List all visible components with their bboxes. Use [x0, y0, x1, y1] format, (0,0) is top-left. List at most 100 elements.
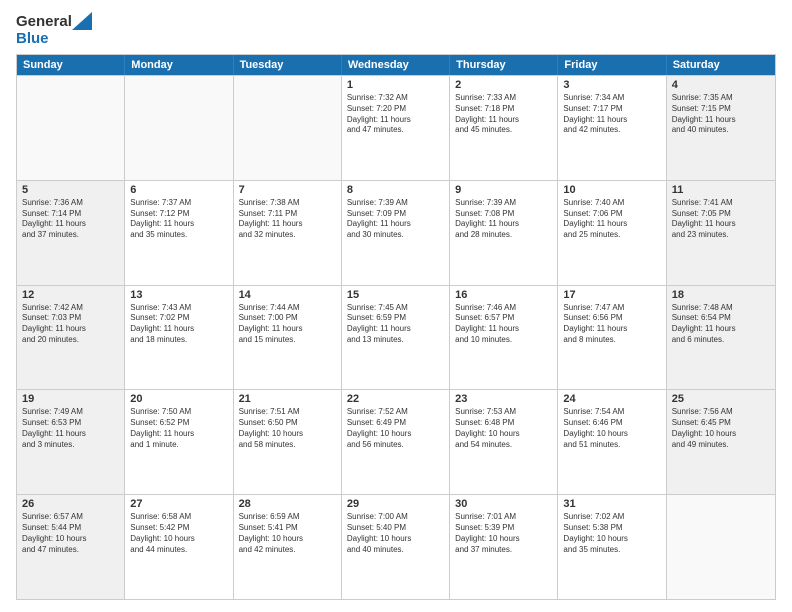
- calendar-cell: [17, 76, 125, 180]
- calendar-cell: 2 Sunrise: 7:33 AM Sunset: 7:18 PM Daylig…: [450, 76, 558, 180]
- day-number: 21: [239, 393, 336, 405]
- cell-info: Sunrise: 7:34 AM Sunset: 7:17 PM Dayligh…: [563, 93, 660, 136]
- day-number: 23: [455, 393, 552, 405]
- cell-info: Sunrise: 6:57 AM Sunset: 5:44 PM Dayligh…: [22, 512, 119, 555]
- calendar-cell: 10Sunrise: 7:40 AM Sunset: 7:06 PM Dayli…: [558, 181, 666, 285]
- cell-info: Sunrise: 7:33 AM Sunset: 7:18 PM Dayligh…: [455, 93, 552, 136]
- calendar-header: SundayMondayTuesdayWednesdayThursdayFrid…: [17, 55, 775, 75]
- calendar-cell: [667, 495, 775, 599]
- cell-info: Sunrise: 7:35 AM Sunset: 7:15 PM Dayligh…: [672, 93, 770, 136]
- day-number: 14: [239, 289, 336, 301]
- day-number: 25: [672, 393, 770, 405]
- header-day-saturday: Saturday: [667, 55, 775, 75]
- calendar-cell: 3 Sunrise: 7:34 AM Sunset: 7:17 PM Daylig…: [558, 76, 666, 180]
- cell-info: Sunrise: 7:39 AM Sunset: 7:08 PM Dayligh…: [455, 198, 552, 241]
- calendar-row-2: 5 Sunrise: 7:36 AM Sunset: 7:14 PM Daylig…: [17, 180, 775, 285]
- logo-blue-text: Blue: [16, 30, 49, 47]
- calendar-cell: 29Sunrise: 7:00 AM Sunset: 5:40 PM Dayli…: [342, 495, 450, 599]
- day-number: 27: [130, 498, 227, 510]
- day-number: 2: [455, 79, 552, 91]
- calendar-cell: 30 Sunrise: 7:01 AM Sunset: 5:39 PM Dayli…: [450, 495, 558, 599]
- calendar-cell: 8 Sunrise: 7:39 AM Sunset: 7:09 PM Daylig…: [342, 181, 450, 285]
- calendar-cell: 21 Sunrise: 7:51 AM Sunset: 6:50 PM Dayli…: [234, 390, 342, 494]
- cell-info: Sunrise: 7:38 AM Sunset: 7:11 PM Dayligh…: [239, 198, 336, 241]
- day-number: 30: [455, 498, 552, 510]
- day-number: 16: [455, 289, 552, 301]
- calendar-cell: 7 Sunrise: 7:38 AM Sunset: 7:11 PM Daylig…: [234, 181, 342, 285]
- cell-info: Sunrise: 7:46 AM Sunset: 6:57 PM Dayligh…: [455, 303, 552, 346]
- day-number: 7: [239, 184, 336, 196]
- calendar-row-3: 12 Sunrise: 7:42 AM Sunset: 7:03 PM Dayli…: [17, 285, 775, 390]
- header: General Blue: [16, 12, 776, 48]
- cell-info: Sunrise: 7:36 AM Sunset: 7:14 PM Dayligh…: [22, 198, 119, 241]
- calendar-cell: 19 Sunrise: 7:49 AM Sunset: 6:53 PM Dayli…: [17, 390, 125, 494]
- header-day-tuesday: Tuesday: [234, 55, 342, 75]
- calendar-cell: 20 Sunrise: 7:50 AM Sunset: 6:52 PM Dayli…: [125, 390, 233, 494]
- cell-info: Sunrise: 7:53 AM Sunset: 6:48 PM Dayligh…: [455, 407, 552, 450]
- day-number: 29: [347, 498, 444, 510]
- header-day-friday: Friday: [558, 55, 666, 75]
- cell-info: Sunrise: 7:39 AM Sunset: 7:09 PM Dayligh…: [347, 198, 444, 241]
- cell-info: Sunrise: 7:41 AM Sunset: 7:05 PM Dayligh…: [672, 198, 770, 241]
- cell-info: Sunrise: 6:58 AM Sunset: 5:42 PM Dayligh…: [130, 512, 227, 555]
- calendar-cell: 4 Sunrise: 7:35 AM Sunset: 7:15 PM Daylig…: [667, 76, 775, 180]
- cell-info: Sunrise: 7:44 AM Sunset: 7:00 PM Dayligh…: [239, 303, 336, 346]
- day-number: 19: [22, 393, 119, 405]
- cell-info: Sunrise: 7:45 AM Sunset: 6:59 PM Dayligh…: [347, 303, 444, 346]
- day-number: 17: [563, 289, 660, 301]
- day-number: 18: [672, 289, 770, 301]
- calendar-cell: [234, 76, 342, 180]
- day-number: 22: [347, 393, 444, 405]
- cell-info: Sunrise: 7:42 AM Sunset: 7:03 PM Dayligh…: [22, 303, 119, 346]
- cell-info: Sunrise: 7:48 AM Sunset: 6:54 PM Dayligh…: [672, 303, 770, 346]
- cell-info: Sunrise: 7:52 AM Sunset: 6:49 PM Dayligh…: [347, 407, 444, 450]
- header-day-monday: Monday: [125, 55, 233, 75]
- calendar-cell: 5 Sunrise: 7:36 AM Sunset: 7:14 PM Daylig…: [17, 181, 125, 285]
- day-number: 28: [239, 498, 336, 510]
- day-number: 26: [22, 498, 119, 510]
- cell-info: Sunrise: 7:43 AM Sunset: 7:02 PM Dayligh…: [130, 303, 227, 346]
- calendar-cell: [125, 76, 233, 180]
- cell-info: Sunrise: 7:49 AM Sunset: 6:53 PM Dayligh…: [22, 407, 119, 450]
- calendar-cell: 16 Sunrise: 7:46 AM Sunset: 6:57 PM Dayli…: [450, 286, 558, 390]
- logo-icon: [72, 12, 92, 30]
- day-number: 5: [22, 184, 119, 196]
- cell-info: Sunrise: 7:50 AM Sunset: 6:52 PM Dayligh…: [130, 407, 227, 450]
- calendar-cell: 26 Sunrise: 6:57 AM Sunset: 5:44 PM Dayli…: [17, 495, 125, 599]
- cell-info: Sunrise: 7:01 AM Sunset: 5:39 PM Dayligh…: [455, 512, 552, 555]
- header-day-thursday: Thursday: [450, 55, 558, 75]
- calendar-cell: 1 Sunrise: 7:32 AM Sunset: 7:20 PM Daylig…: [342, 76, 450, 180]
- calendar-cell: 9 Sunrise: 7:39 AM Sunset: 7:08 PM Daylig…: [450, 181, 558, 285]
- cell-info: Sunrise: 7:47 AM Sunset: 6:56 PM Dayligh…: [563, 303, 660, 346]
- day-number: 8: [347, 184, 444, 196]
- calendar-cell: 31Sunrise: 7:02 AM Sunset: 5:38 PM Dayli…: [558, 495, 666, 599]
- day-number: 6: [130, 184, 227, 196]
- day-number: 15: [347, 289, 444, 301]
- calendar-cell: 12 Sunrise: 7:42 AM Sunset: 7:03 PM Dayli…: [17, 286, 125, 390]
- calendar-cell: 22 Sunrise: 7:52 AM Sunset: 6:49 PM Dayli…: [342, 390, 450, 494]
- day-number: 11: [672, 184, 770, 196]
- calendar-cell: 14 Sunrise: 7:44 AM Sunset: 7:00 PM Dayli…: [234, 286, 342, 390]
- cell-info: Sunrise: 7:51 AM Sunset: 6:50 PM Dayligh…: [239, 407, 336, 450]
- cell-info: Sunrise: 7:40 AM Sunset: 7:06 PM Dayligh…: [563, 198, 660, 241]
- calendar: SundayMondayTuesdayWednesdayThursdayFrid…: [16, 54, 776, 600]
- logo-general-text: General: [16, 13, 72, 30]
- day-number: 31: [563, 498, 660, 510]
- cell-info: Sunrise: 7:54 AM Sunset: 6:46 PM Dayligh…: [563, 407, 660, 450]
- day-number: 20: [130, 393, 227, 405]
- calendar-cell: 17 Sunrise: 7:47 AM Sunset: 6:56 PM Dayli…: [558, 286, 666, 390]
- day-number: 13: [130, 289, 227, 301]
- day-number: 9: [455, 184, 552, 196]
- calendar-cell: 28Sunrise: 6:59 AM Sunset: 5:41 PM Dayli…: [234, 495, 342, 599]
- header-day-wednesday: Wednesday: [342, 55, 450, 75]
- day-number: 1: [347, 79, 444, 91]
- calendar-cell: 18 Sunrise: 7:48 AM Sunset: 6:54 PM Dayli…: [667, 286, 775, 390]
- calendar-cell: 23 Sunrise: 7:53 AM Sunset: 6:48 PM Dayli…: [450, 390, 558, 494]
- cell-info: Sunrise: 7:32 AM Sunset: 7:20 PM Dayligh…: [347, 93, 444, 136]
- day-number: 12: [22, 289, 119, 301]
- logo: General Blue: [16, 12, 92, 48]
- day-number: 4: [672, 79, 770, 91]
- day-number: 3: [563, 79, 660, 91]
- calendar-row-1: 1 Sunrise: 7:32 AM Sunset: 7:20 PM Daylig…: [17, 75, 775, 180]
- calendar-cell: 15 Sunrise: 7:45 AM Sunset: 6:59 PM Dayli…: [342, 286, 450, 390]
